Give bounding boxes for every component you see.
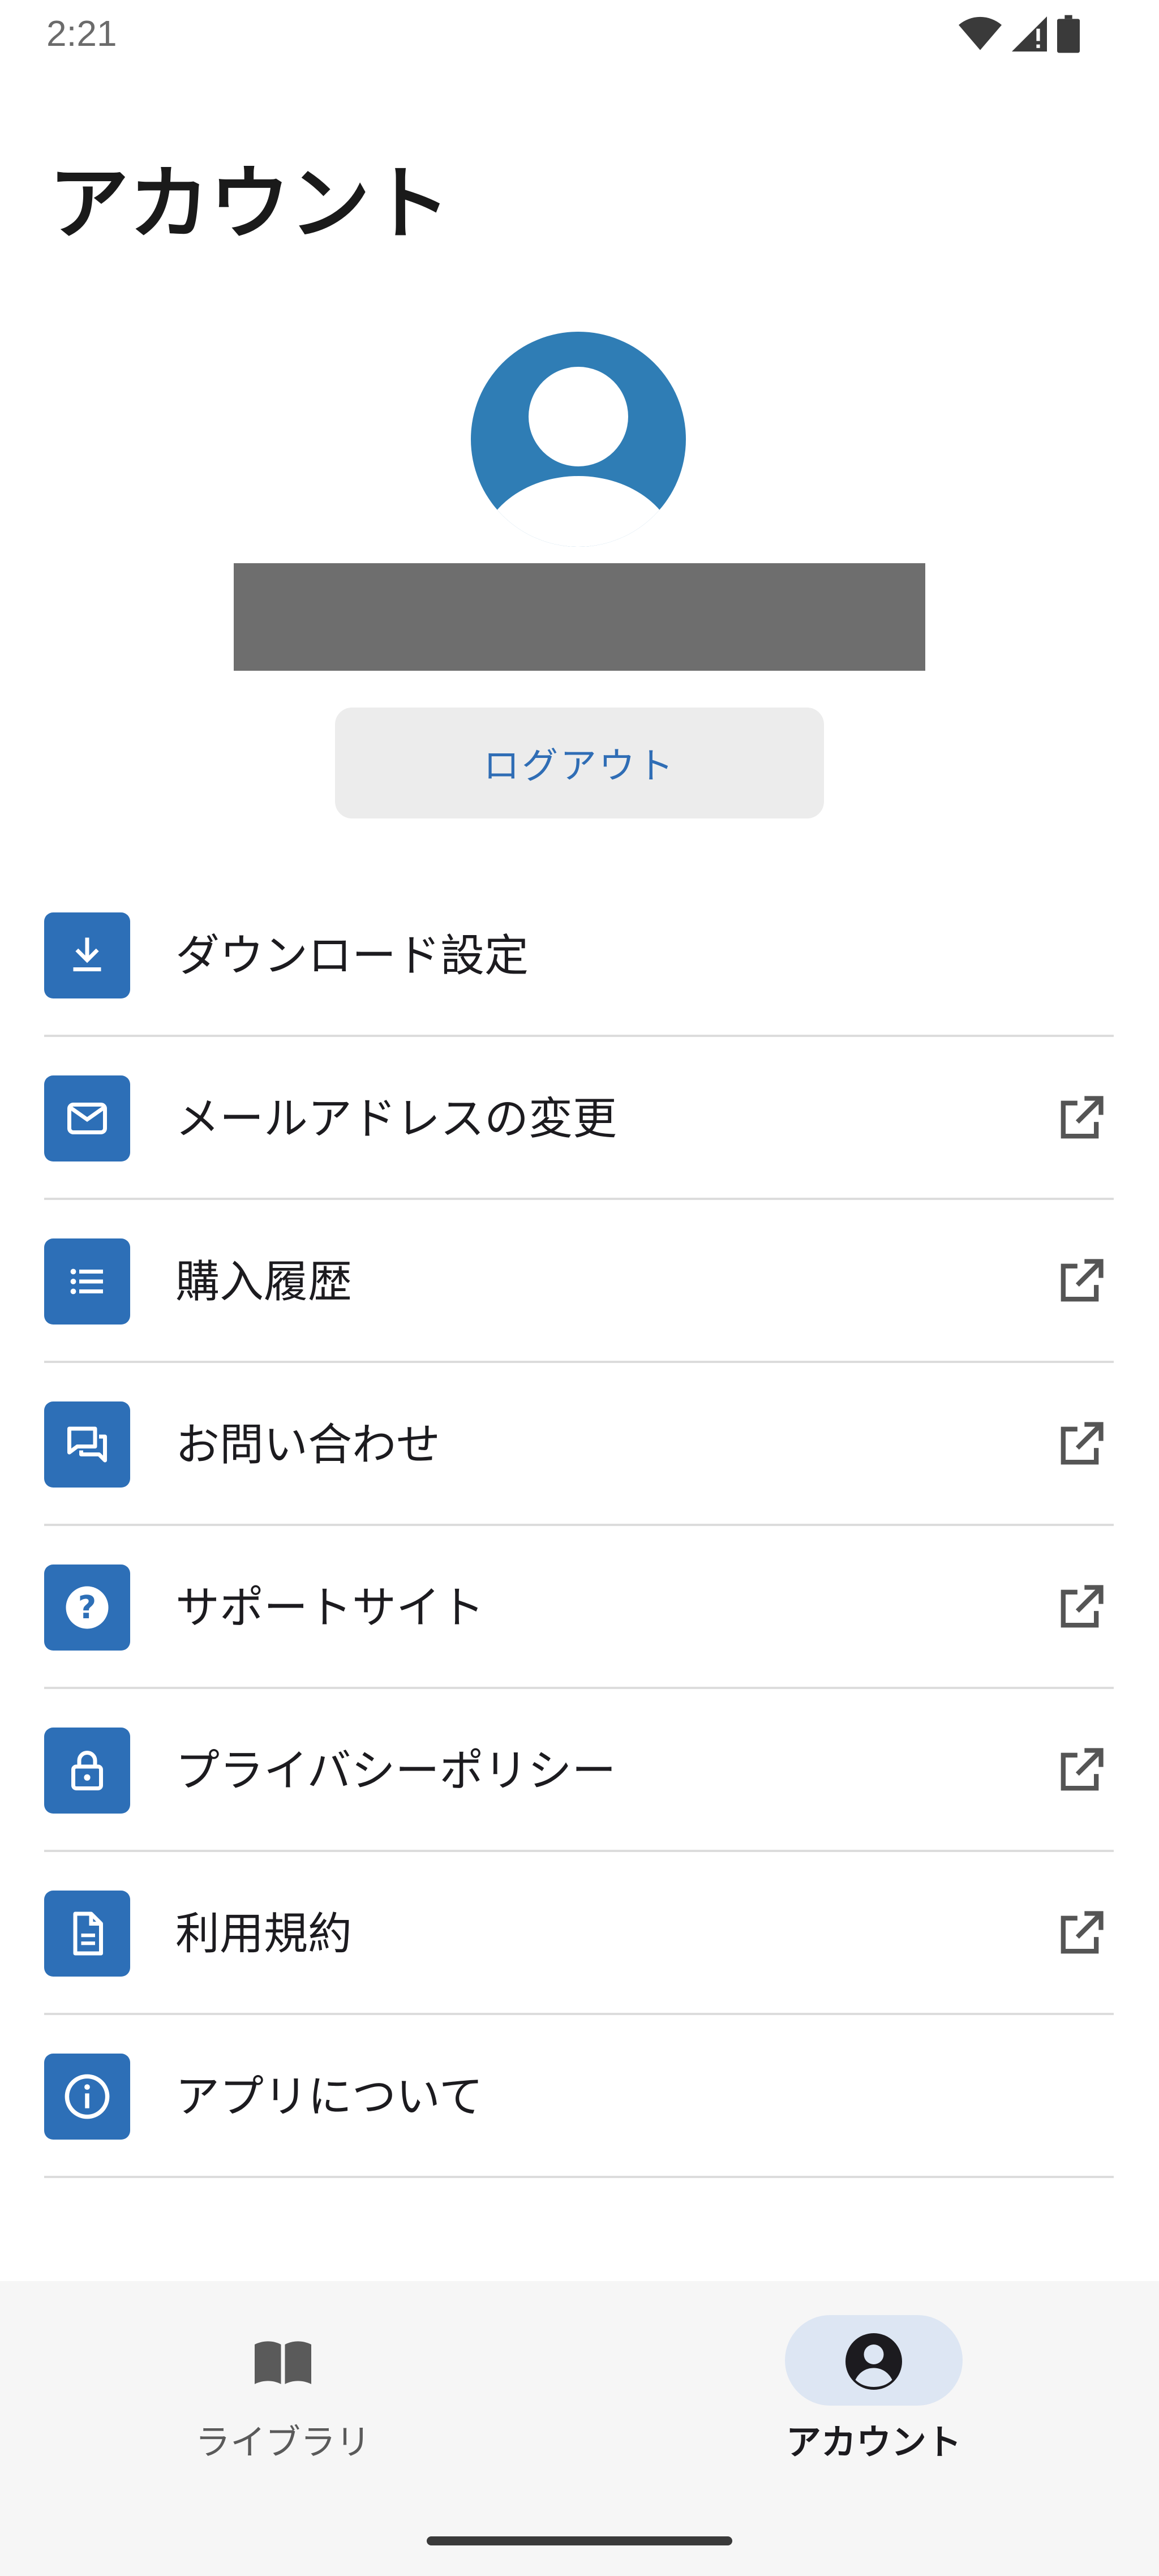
menu-item-label: サポートサイト xyxy=(175,1583,485,1634)
status-bar: 2:21 xyxy=(0,0,1159,68)
menu-item-about-app[interactable]: アプリについて xyxy=(44,2015,1114,2178)
menu-item-support-site[interactable]: ? サポートサイト xyxy=(44,1526,1114,1689)
menu-item-label: アプリについて xyxy=(175,2072,483,2123)
status-icons xyxy=(959,14,1080,54)
nav-tab-label: ライブラリ xyxy=(195,2421,371,2463)
menu-item-label: 購入履歴 xyxy=(175,1257,353,1308)
battery-icon xyxy=(1057,15,1080,53)
nav-tab-label: アカウント xyxy=(785,2421,961,2463)
book-icon xyxy=(255,2341,311,2384)
menu-item-terms-of-use[interactable]: 利用規約 xyxy=(44,1852,1114,2015)
menu-item-purchase-history[interactable]: 購入履歴 xyxy=(44,1200,1114,1363)
menu-item-contact[interactable]: お問い合わせ xyxy=(44,1363,1114,1526)
help-icon: ? xyxy=(44,1565,130,1651)
signal-icon xyxy=(1012,16,1047,52)
open-in-new-icon xyxy=(1061,1422,1104,1465)
open-in-new-icon xyxy=(1061,1585,1104,1628)
nav-tab-library[interactable]: ライブラリ xyxy=(136,2281,430,2530)
logout-button[interactable]: ログアウト xyxy=(335,708,824,818)
forum-icon xyxy=(44,1401,130,1488)
page-title: アカウント xyxy=(49,157,450,251)
nav-tab-account[interactable]: アカウント xyxy=(727,2281,1021,2530)
open-in-new-icon xyxy=(1061,1259,1104,1302)
account-circle-icon xyxy=(471,332,686,547)
info-icon xyxy=(44,2054,130,2140)
menu-item-label: ダウンロード設定 xyxy=(175,931,529,981)
status-time: 2:21 xyxy=(46,13,117,54)
redacted-username xyxy=(234,563,925,671)
home-indicator[interactable] xyxy=(427,2536,732,2545)
account-circle-icon xyxy=(845,2333,902,2390)
lock-icon xyxy=(44,1728,130,1814)
open-in-new-icon xyxy=(1061,1096,1104,1139)
open-in-new-icon xyxy=(1061,1748,1104,1791)
open-in-new-icon xyxy=(1061,1911,1104,1954)
menu-item-label: お問い合わせ xyxy=(175,1420,441,1471)
menu-item-change-email[interactable]: メールアドレスの変更 xyxy=(44,1037,1114,1200)
bottom-navigation: ライブラリ アカウント xyxy=(0,2281,1159,2576)
settings-menu-list: ダウンロード設定 メールアドレスの変更 購入履歴 お問い合わせ ? サポートサイ… xyxy=(44,874,1114,2178)
menu-item-download-settings[interactable]: ダウンロード設定 xyxy=(44,874,1114,1037)
list-icon xyxy=(44,1238,130,1325)
menu-item-privacy-policy[interactable]: プライバシーポリシー xyxy=(44,1689,1114,1852)
mail-icon xyxy=(44,1075,130,1161)
menu-item-label: プライバシーポリシー xyxy=(175,1746,616,1797)
menu-item-label: メールアドレスの変更 xyxy=(175,1094,617,1145)
wifi-icon xyxy=(959,16,1002,50)
download-icon xyxy=(44,912,130,998)
document-icon xyxy=(44,1891,130,1977)
svg-text:?: ? xyxy=(78,1589,97,1626)
menu-item-label: 利用規約 xyxy=(175,1909,353,1960)
